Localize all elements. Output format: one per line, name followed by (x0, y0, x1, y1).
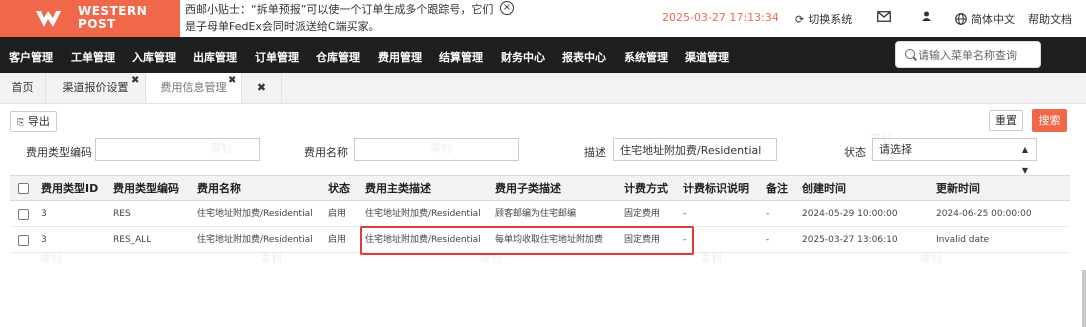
cell-updated-time: Invalid date (936, 235, 990, 245)
col-fee-type-code[interactable]: 费用类型编码 (113, 176, 179, 201)
tab-channel-quote-label: 渠道报价设置 (62, 81, 129, 94)
nav-item-ticket[interactable]: 工单管理 (71, 49, 115, 65)
col-status[interactable]: 状态 (328, 176, 350, 201)
cell-sub-desc: 每单均收取住宅地址附加费 (495, 235, 604, 245)
tab-channel-quote-close-icon[interactable]: ✖ (131, 76, 139, 86)
cell-fee-type-code: RES_ALL (113, 235, 152, 245)
globe-icon (955, 13, 967, 25)
help-docs-link[interactable]: 帮助文档 (1028, 11, 1072, 27)
cell-fee-type-id: 3 (41, 209, 47, 219)
cell-remark: - (766, 209, 770, 219)
cell-fee-name: 住宅地址附加费/Residential (197, 209, 313, 219)
tab-home-label: 首页 (11, 81, 34, 94)
switch-system-button[interactable]: ⟳ 切换系统 (795, 11, 852, 27)
cell-remark: - (766, 235, 770, 245)
user-icon (922, 11, 931, 21)
brand-logo[interactable]: WESTERN POST (0, 0, 180, 37)
row-checkbox[interactable] (18, 209, 29, 220)
row-checkbox[interactable] (18, 235, 29, 246)
cell-status: 启用 (328, 209, 347, 219)
tab-home[interactable]: 首页 (0, 73, 46, 103)
fee-type-code-input[interactable] (95, 138, 260, 161)
status-select-value: 请选择 (879, 143, 912, 156)
language-label: 简体中文 (971, 13, 1015, 26)
mail-icon (877, 11, 891, 22)
fee-type-code-label: 费用类型编码 (26, 146, 92, 159)
tip-message: 西邮小贴士：“拆单预报”可以使一个订单生成多个跟踪号，它们是子母单FedEx会同… (185, 3, 494, 33)
close-all-icon: ✖ (256, 81, 267, 94)
nav-item-warehouse[interactable]: 仓库管理 (316, 49, 360, 65)
nav-item-outbound[interactable]: 出库管理 (193, 49, 237, 65)
nav-item-system[interactable]: 系统管理 (624, 49, 668, 65)
nav-item-inbound[interactable]: 入库管理 (132, 49, 176, 65)
search-icon (905, 49, 915, 59)
nav-item-settlement[interactable]: 结算管理 (439, 49, 483, 65)
cell-billing-flag-note: - (683, 235, 687, 245)
nav-item-channel[interactable]: 渠道管理 (685, 49, 729, 65)
refresh-icon: ⟳ (795, 12, 805, 26)
tab-fee-info-label: 费用信息管理 (160, 81, 227, 94)
user-menu-button[interactable] (922, 11, 931, 21)
top-bar: WESTERN POST 西邮小贴士：“拆单预报”可以使一个订单生成多个跟踪号，… (0, 0, 1086, 37)
cell-billing-method: 固定费用 (624, 209, 661, 219)
fee-name-input[interactable] (354, 138, 519, 161)
table-row[interactable]: 3 RES 住宅地址附加费/Residential 启用 住宅地址附加费/Res… (10, 202, 1070, 227)
help-docs-label: 帮助文档 (1028, 13, 1072, 26)
col-fee-type-id[interactable]: 费用类型ID (41, 176, 98, 201)
export-button[interactable]: ⎘ 导出 (10, 111, 57, 132)
nav-item-finance[interactable]: 财务中心 (501, 49, 545, 65)
export-icon: ⎘ (17, 118, 25, 128)
current-datetime: 2025-03-27 17:13:34 (662, 11, 779, 24)
table-header: 费用类型ID 费用类型编码 费用名称 状态 费用主类描述 费用子类描述 计费方式… (10, 175, 1070, 201)
nav-item-customer[interactable]: 客户管理 (9, 49, 53, 65)
export-label: 导出 (27, 115, 50, 128)
cell-status: 启用 (328, 235, 347, 245)
brand-line-2: POST (78, 17, 116, 31)
tab-bar: 首页 渠道报价设置 ✖ 费用信息管理 ✖ ✖ (0, 73, 1086, 104)
language-switch[interactable]: 简体中文 (955, 11, 1015, 27)
col-billing-method[interactable]: 计费方式 (624, 176, 668, 201)
nav-item-reports[interactable]: 报表中心 (562, 49, 606, 65)
cell-fee-type-id: 3 (41, 235, 47, 245)
brand-name: WESTERN POST (78, 5, 147, 31)
cell-fee-type-code: RES (113, 209, 131, 219)
reset-button[interactable]: 重置 (989, 110, 1023, 131)
cell-updated-time: 2024-06-25 00:00:00 (936, 209, 1032, 219)
col-created-time[interactable]: 创建时间 (802, 176, 846, 201)
status-select[interactable]: 请选择 ▲ ▼ (872, 138, 1037, 175)
cell-created-time: 2025-03-27 13:06:10 (802, 235, 898, 245)
fee-name-label: 费用名称 (304, 146, 348, 159)
col-sub-desc[interactable]: 费用子类描述 (495, 176, 561, 201)
col-main-desc[interactable]: 费用主类描述 (365, 176, 431, 201)
select-all-checkbox[interactable] (18, 183, 29, 194)
switch-system-label: 切换系统 (808, 13, 853, 26)
logo-mark-icon (36, 11, 61, 27)
description-input[interactable] (613, 138, 777, 161)
scrollbar[interactable] (1082, 270, 1086, 327)
col-updated-time[interactable]: 更新时间 (936, 176, 980, 201)
tab-fee-info-close-icon[interactable]: ✖ (228, 76, 236, 86)
cell-main-desc: 住宅地址附加费/Residential (365, 209, 481, 219)
cell-sub-desc: 顾客邮编为住宅邮编 (495, 209, 577, 219)
search-button[interactable]: 搜索 (1032, 109, 1067, 132)
messages-button[interactable] (877, 11, 891, 22)
close-all-tabs-button[interactable]: ✖ (242, 73, 282, 103)
cell-created-time: 2024-05-29 10:00:00 (802, 209, 898, 219)
cell-billing-flag-note: - (683, 209, 687, 219)
table-row[interactable]: 3 RES_ALL 住宅地址附加费/Residential 启用 住宅地址附加费… (10, 228, 1070, 253)
menu-search-input[interactable] (918, 46, 1036, 64)
status-label: 状态 (844, 146, 866, 159)
col-billing-flag-note[interactable]: 计费标识说明 (683, 176, 749, 201)
close-tip-icon[interactable]: × (500, 1, 514, 15)
cell-main-desc: 住宅地址附加费/Residential (365, 235, 481, 245)
col-fee-name[interactable]: 费用名称 (197, 176, 241, 201)
col-remark[interactable]: 备注 (766, 176, 788, 201)
description-label: 描述 (584, 146, 606, 159)
nav-item-order[interactable]: 订单管理 (255, 49, 299, 65)
nav-item-fee[interactable]: 费用管理 (378, 49, 422, 65)
cell-billing-method: 固定费用 (624, 235, 661, 245)
menu-search-box[interactable] (895, 41, 1041, 68)
cell-fee-name: 住宅地址附加费/Residential (197, 235, 313, 245)
